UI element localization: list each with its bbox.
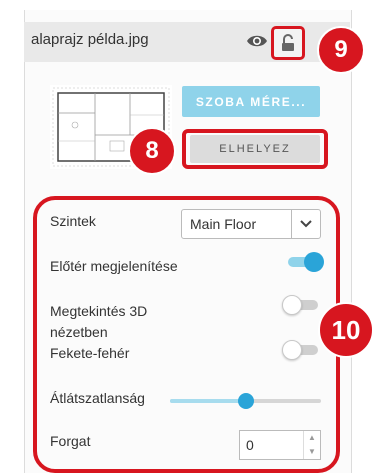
annotation-badge-10: 10 (318, 302, 374, 358)
black-white-toggle[interactable] (282, 340, 322, 360)
annotation-badge-9: 9 (317, 26, 365, 74)
view-3d-label-line2: nézetben (50, 324, 108, 340)
levels-select[interactable]: Main Floor (181, 209, 321, 239)
opacity-label: Átlátszatlanság (50, 390, 145, 406)
lock-icon (282, 34, 294, 51)
chevron-up-icon[interactable]: ▲ (304, 431, 320, 445)
place-button[interactable]: ELHELYEZ (190, 135, 320, 163)
file-name: alaprajz példa.jpg (31, 31, 149, 48)
annotation-badge-8: 8 (128, 127, 176, 175)
rotate-input[interactable]: 0 ▲ ▼ (239, 430, 321, 460)
show-foreground-label: Előtér megjelenítése (50, 258, 178, 274)
opacity-slider-handle[interactable] (237, 393, 254, 409)
opacity-slider-fill (170, 399, 246, 403)
view-3d-label: Megtekintés 3D (50, 303, 148, 319)
eye-icon[interactable] (246, 33, 268, 49)
room-size-button[interactable]: SZOBA MÉRE... (182, 86, 320, 117)
chevron-down-small-icon[interactable]: ▼ (304, 445, 320, 459)
levels-select-value: Main Floor (190, 216, 257, 232)
chevron-down-icon (291, 210, 320, 238)
opacity-slider[interactable] (170, 393, 321, 409)
rotate-spinner[interactable]: ▲ ▼ (303, 431, 320, 459)
lock-button[interactable] (271, 26, 305, 60)
black-white-label: Fekete-fehér (50, 345, 130, 361)
rotate-label: Forgat (50, 433, 91, 449)
rotate-value: 0 (246, 437, 254, 453)
view-3d-toggle[interactable] (282, 295, 322, 315)
levels-label: Szintek (50, 213, 96, 229)
show-foreground-toggle[interactable] (286, 252, 326, 272)
